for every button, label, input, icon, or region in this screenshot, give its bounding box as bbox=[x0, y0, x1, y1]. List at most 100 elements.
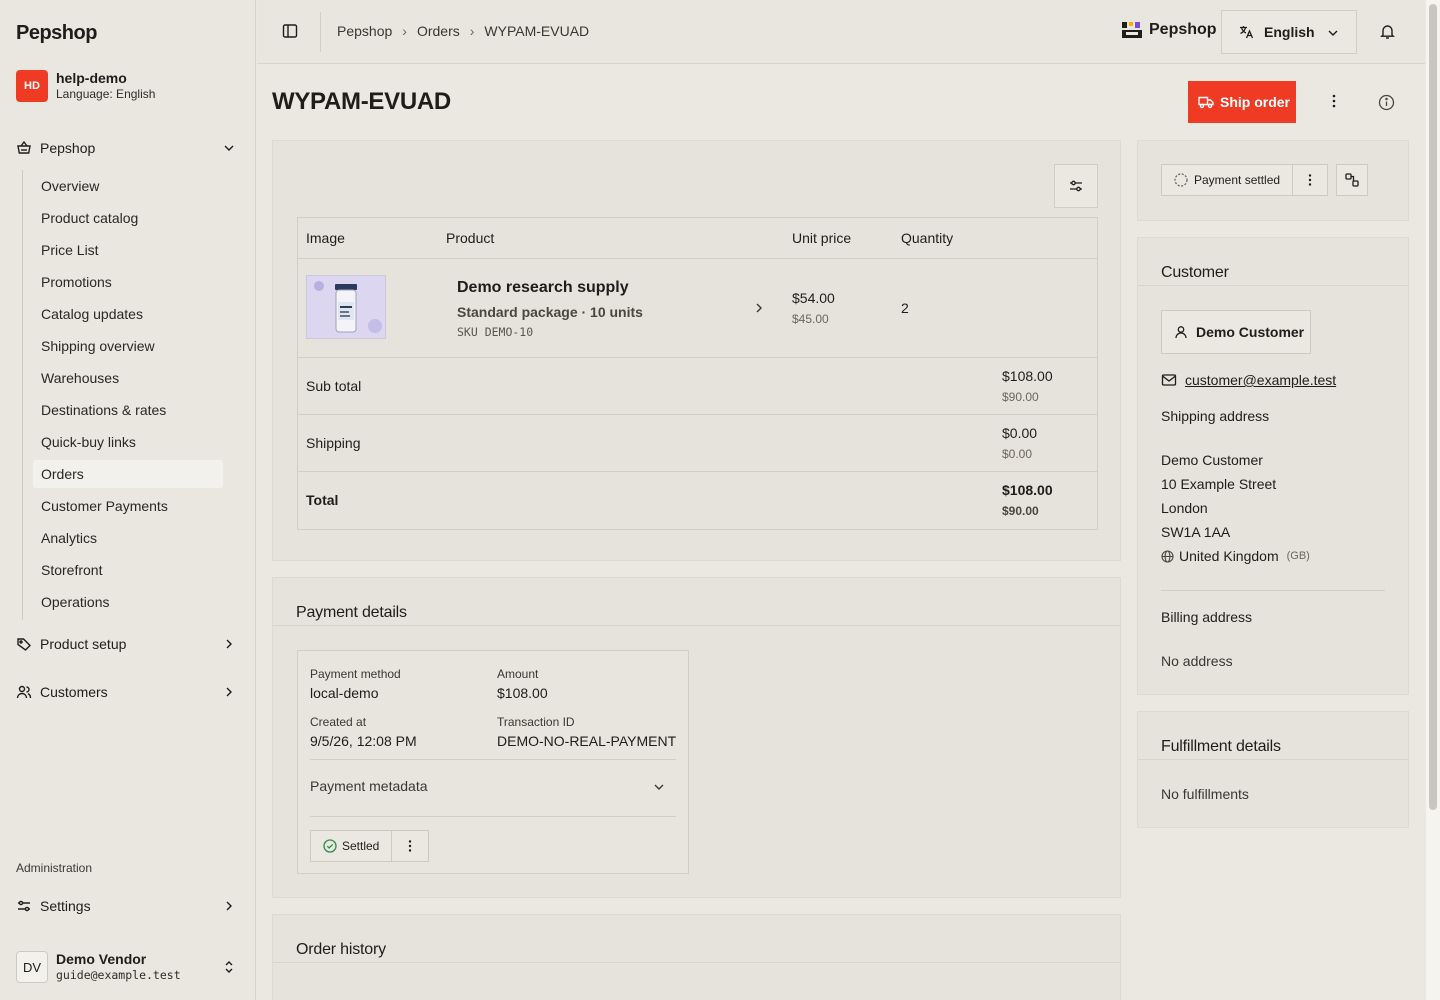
account-language: Language: English bbox=[56, 87, 156, 101]
sidebar-item-catalog-updates[interactable]: Catalog updates bbox=[33, 300, 223, 328]
payment-state-label: Settled bbox=[342, 839, 380, 853]
shipping-row: Shipping $0.00 $0.00 bbox=[298, 415, 1097, 472]
sidebar-item-destinations-rates[interactable]: Destinations & rates bbox=[33, 396, 223, 424]
language-select[interactable]: English bbox=[1221, 10, 1357, 54]
payment-created-value: 9/5/26, 12:08 PM bbox=[310, 733, 417, 749]
customer-card: Customer Demo Customer customer@example.… bbox=[1137, 237, 1409, 695]
account-avatar: HD bbox=[16, 70, 48, 102]
breadcrumb-item-current: WYPAM-EVUAD bbox=[484, 23, 590, 39]
transition-flow-button[interactable] bbox=[1336, 164, 1368, 196]
subtotal-label: Sub total bbox=[306, 378, 362, 394]
customer-name: Demo Customer bbox=[1196, 324, 1305, 340]
account-name: help-demo bbox=[56, 70, 127, 86]
payment-metadata-toggle[interactable]: Payment metadata bbox=[310, 778, 428, 794]
order-state-label: Payment settled bbox=[1194, 173, 1281, 187]
nav-group-pepshop[interactable]: Pepshop bbox=[16, 134, 240, 162]
order-history-title: Order history bbox=[296, 941, 386, 958]
address-country: United Kingdom (GB) bbox=[1161, 548, 1310, 564]
sidebar-brand: Pepshop bbox=[16, 22, 97, 44]
transaction-id-label: Transaction ID bbox=[497, 715, 575, 729]
quantity: 2 bbox=[901, 300, 909, 316]
billing-address-empty: No address bbox=[1161, 653, 1233, 669]
mail-icon bbox=[1161, 373, 1177, 387]
order-history-card: Order history bbox=[272, 914, 1121, 1000]
order-items-card: Image Product Unit price Quantity Demo r… bbox=[272, 140, 1121, 561]
chevron-right-icon: › bbox=[402, 23, 407, 39]
table-row[interactable]: Demo research supply Standard package · … bbox=[298, 259, 1097, 358]
payment-method-value: local-demo bbox=[310, 685, 379, 701]
sidebar-item-storefront[interactable]: Storefront bbox=[33, 556, 223, 584]
subtotal-values: $108.00 $90.00 bbox=[1002, 368, 1053, 404]
payment-state-button[interactable]: Settled bbox=[311, 831, 393, 861]
tag-icon bbox=[16, 636, 32, 652]
chevron-up-down-icon bbox=[222, 960, 236, 974]
flow-icon bbox=[1344, 172, 1360, 188]
fulfillment-card: Fulfillment details No fulfillments bbox=[1137, 711, 1409, 828]
ship-order-button[interactable]: Ship order bbox=[1188, 81, 1296, 123]
sidebar-item-product-catalog[interactable]: Product catalog bbox=[33, 204, 223, 232]
account-switcher[interactable]: HD help-demo Language: English bbox=[16, 70, 155, 102]
breadcrumb-item-orders[interactable]: Orders bbox=[417, 23, 460, 39]
chevron-down-icon bbox=[222, 141, 236, 155]
product-name[interactable]: Demo research supply bbox=[457, 279, 629, 297]
country-code: (GB) bbox=[1286, 550, 1310, 562]
settings-sliders-icon bbox=[16, 898, 32, 914]
sidebar-item-promotions[interactable]: Promotions bbox=[33, 268, 223, 296]
payment-state-more-button[interactable] bbox=[392, 831, 428, 861]
storefront-brand[interactable]: Pepshop bbox=[1121, 20, 1217, 40]
vendor-switcher[interactable]: DV Demo Vendor guide@example.test bbox=[16, 951, 240, 983]
vendor-email: guide@example.test bbox=[56, 968, 181, 982]
more-vertical-icon[interactable] bbox=[1326, 93, 1342, 109]
chevron-down-icon[interactable] bbox=[653, 781, 665, 793]
scrollbar-thumb[interactable] bbox=[1429, 4, 1437, 810]
column-header-product: Product bbox=[446, 230, 495, 246]
order-state-button[interactable]: Payment settled bbox=[1162, 165, 1294, 195]
customer-link-button[interactable]: Demo Customer bbox=[1161, 310, 1311, 354]
payment-details-header: Payment details bbox=[273, 578, 1120, 626]
user-icon bbox=[1174, 325, 1188, 339]
total-values: $108.00 $90.00 bbox=[1002, 482, 1053, 518]
nav-group-customers[interactable]: Customers bbox=[16, 678, 240, 706]
column-header-quantity: Quantity bbox=[901, 230, 954, 246]
sidebar-item-warehouses[interactable]: Warehouses bbox=[33, 364, 223, 392]
sidebar-item-price-list[interactable]: Price List bbox=[33, 236, 223, 264]
column-settings-button[interactable] bbox=[1054, 164, 1098, 208]
sidebar-item-orders[interactable]: Orders bbox=[33, 460, 223, 488]
payment-entry: Payment method local-demo Amount $108.00… bbox=[297, 650, 689, 874]
info-icon[interactable] bbox=[1378, 94, 1395, 111]
total-label: Total bbox=[306, 492, 339, 508]
order-items-table: Image Product Unit price Quantity Demo r… bbox=[297, 217, 1098, 530]
sidebar-toggle-icon[interactable] bbox=[281, 22, 299, 40]
customer-email-link[interactable]: customer@example.test bbox=[1185, 372, 1336, 388]
order-state-more-button[interactable] bbox=[1293, 165, 1327, 195]
chevron-right-icon[interactable] bbox=[753, 302, 765, 314]
total-row: Total $108.00 $90.00 bbox=[298, 472, 1097, 529]
unit-price: $54.00 bbox=[792, 290, 835, 306]
storefront-brand-label: Pepshop bbox=[1149, 21, 1217, 38]
notifications-bell-icon[interactable] bbox=[1379, 23, 1396, 40]
sidebar-item-overview[interactable]: Overview bbox=[33, 172, 223, 200]
sidebar-item-analytics[interactable]: Analytics bbox=[33, 524, 223, 552]
shop-basket-icon bbox=[16, 140, 32, 156]
topbar: Pepshop › Orders › WYPAM-EVUAD Pepshop E… bbox=[257, 0, 1425, 64]
breadcrumb-item-pepshop[interactable]: Pepshop bbox=[337, 23, 392, 39]
subtotal-row: Sub total $108.00 $90.00 bbox=[298, 358, 1097, 415]
total-secondary: $90.00 bbox=[1002, 504, 1039, 518]
sidebar-item-shipping-overview[interactable]: Shipping overview bbox=[33, 332, 223, 360]
sidebar-item-customer-payments[interactable]: Customer Payments bbox=[33, 492, 223, 520]
nav-group-settings[interactable]: Settings bbox=[16, 892, 240, 920]
breadcrumb: Pepshop › Orders › WYPAM-EVUAD bbox=[337, 23, 589, 39]
divider bbox=[310, 816, 676, 817]
sidebar-item-operations[interactable]: Operations bbox=[33, 588, 223, 616]
chevron-down-icon bbox=[1326, 26, 1340, 40]
vendor-name: Demo Vendor bbox=[56, 951, 147, 967]
nav-group-label: Pepshop bbox=[40, 140, 96, 156]
payment-details-title: Payment details bbox=[296, 604, 407, 621]
page-scrollbar[interactable] bbox=[1426, 0, 1440, 1000]
address-line: Demo Customer bbox=[1161, 452, 1263, 468]
sidebar-item-quick-buy-links[interactable]: Quick-buy links bbox=[33, 428, 223, 456]
payment-details-card: Payment details Payment method local-dem… bbox=[272, 577, 1121, 898]
sidebar: Pepshop HD help-demo Language: English P… bbox=[0, 0, 256, 1000]
divider bbox=[310, 759, 676, 760]
nav-group-product-setup[interactable]: Product setup bbox=[16, 630, 240, 658]
